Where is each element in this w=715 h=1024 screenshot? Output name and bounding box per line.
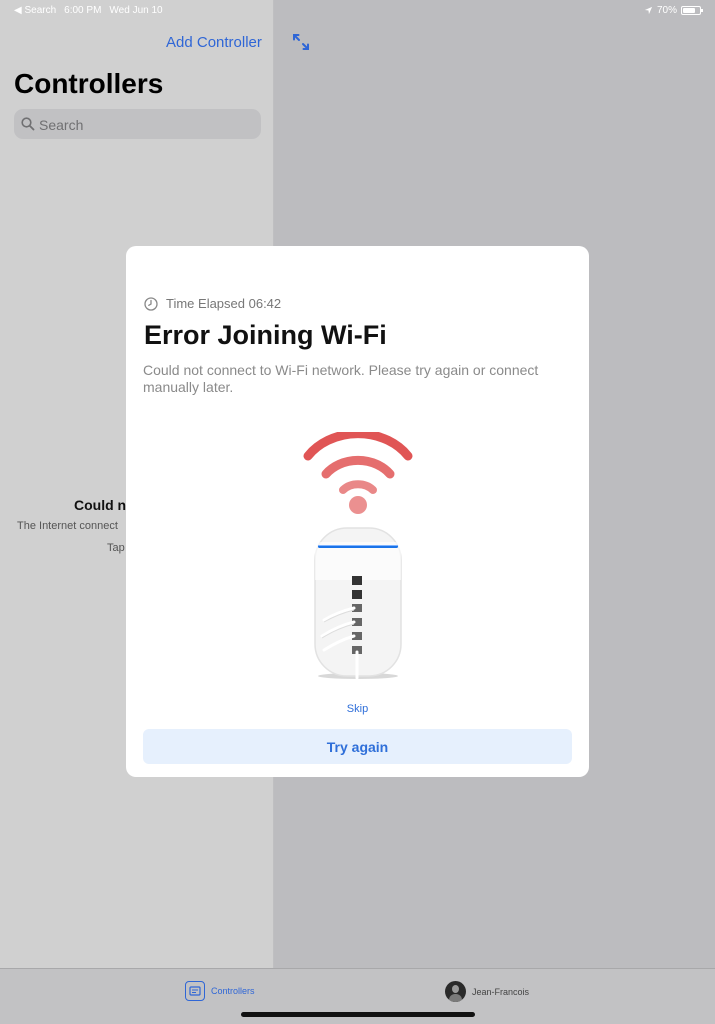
status-date: Wed Jun 10 — [109, 5, 163, 16]
router-device-icon — [314, 527, 402, 680]
battery-icon — [681, 6, 703, 15]
try-again-button[interactable]: Try again — [143, 729, 572, 764]
status-time: 6:00 PM — [64, 5, 102, 16]
empty-state-title: Could n — [74, 497, 127, 513]
clock-icon — [144, 296, 158, 311]
search-icon — [21, 117, 35, 131]
search-placeholder: Search — [39, 117, 84, 133]
tab-user-label: Jean-Francois — [472, 986, 530, 997]
home-indicator[interactable] — [241, 1012, 475, 1017]
status-bar: ◀ Search 6:00 PM Wed Jun 10 70% — [0, 0, 715, 20]
back-to-search-link[interactable]: ◀ Search — [14, 5, 56, 16]
router-wifi-illustration — [303, 432, 413, 680]
tab-controllers-label: Controllers — [211, 986, 255, 996]
time-elapsed: Time Elapsed 06:42 — [144, 296, 281, 311]
expand-arrows-icon[interactable] — [291, 32, 311, 52]
tab-user[interactable]: Jean-Francois — [445, 981, 529, 1002]
search-input[interactable]: Search — [14, 109, 261, 139]
controller-icon — [185, 981, 205, 1001]
skip-link[interactable]: Skip — [126, 703, 589, 715]
empty-state-hint: Tap — [107, 542, 125, 554]
time-elapsed-label: Time Elapsed 06:42 — [166, 296, 282, 311]
location-arrow-icon — [644, 6, 653, 15]
dialog-title: Error Joining Wi-Fi — [144, 320, 387, 350]
battery-percent: 70% — [656, 5, 677, 16]
avatar — [445, 981, 466, 1002]
add-controller-button[interactable]: Add Controller — [166, 34, 262, 51]
page-title: Controllers — [14, 68, 164, 99]
empty-state-text: The Internet connect — [17, 520, 118, 532]
error-dialog: Time Elapsed 06:42 Error Joining Wi-Fi C… — [126, 246, 589, 777]
tab-controllers[interactable]: Controllers — [185, 981, 255, 1001]
dialog-description: Could not connect to Wi-Fi network. Plea… — [143, 362, 539, 395]
wifi-error-icon — [303, 432, 413, 494]
